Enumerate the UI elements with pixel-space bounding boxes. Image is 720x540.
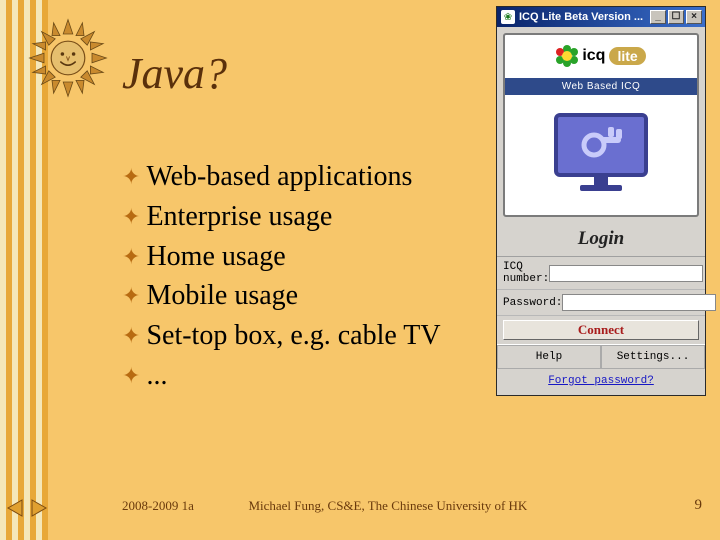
prev-arrow-icon[interactable]: [4, 498, 26, 518]
logo-panel: icq lite Web Based ICQ: [503, 33, 699, 217]
next-arrow-icon[interactable]: [28, 498, 50, 518]
window-titlebar: ❀ ICQ Lite Beta Version ... _ ☐ ×: [497, 7, 705, 27]
icq-logo: icq lite: [556, 45, 645, 67]
help-button[interactable]: Help: [497, 345, 601, 369]
icq-number-input[interactable]: [549, 265, 703, 282]
bullet-text: Web-based applications: [146, 158, 412, 196]
minimize-button[interactable]: _: [650, 10, 666, 24]
footer-left: 2008-2009 1a: [122, 498, 194, 514]
login-heading: Login: [497, 223, 705, 257]
bullet-item: ✦Web-based applications: [122, 158, 441, 196]
web-icq-band: Web Based ICQ: [505, 78, 697, 95]
bullet-item: ✦Mobile usage: [122, 277, 441, 315]
app-icon: ❀: [501, 10, 515, 24]
bullet-list: ✦Web-based applications ✦Enterprise usag…: [122, 158, 441, 397]
flower-icon: [556, 45, 578, 67]
logo-pill: lite: [609, 47, 645, 65]
bullet-text: Set-top box, e.g. cable TV: [146, 317, 440, 355]
bullet-item: ✦...: [122, 357, 441, 395]
bullet-icon: ✦: [122, 321, 140, 351]
bullet-icon: ✦: [122, 162, 140, 192]
nav-arrows: [4, 498, 50, 518]
bullet-item: ✦Home usage: [122, 238, 441, 276]
password-row: Password:: [497, 290, 705, 316]
bullet-text: Home usage: [146, 238, 285, 276]
slide-title: Java?: [122, 48, 227, 99]
connect-button[interactable]: Connect: [503, 320, 699, 340]
sun-icon: [28, 18, 108, 98]
bullet-icon: ✦: [122, 202, 140, 232]
bottom-button-row: Help Settings...: [497, 344, 705, 369]
page-number: 9: [695, 497, 703, 514]
footer-center: Michael Fung, CS&E, The Chinese Universi…: [248, 498, 527, 514]
bullet-icon: ✦: [122, 242, 140, 272]
settings-button[interactable]: Settings...: [601, 345, 705, 369]
password-label: Password:: [503, 297, 562, 309]
password-input[interactable]: [562, 294, 716, 311]
bullet-text: Enterprise usage: [146, 198, 332, 236]
bullet-text: ...: [146, 357, 167, 395]
maximize-button[interactable]: ☐: [668, 10, 684, 24]
monitor-illustration: [511, 95, 691, 215]
close-button[interactable]: ×: [686, 10, 702, 24]
forgot-password-link[interactable]: Forgot password?: [497, 369, 705, 395]
icq-number-label: ICQ number:: [503, 261, 549, 285]
bullet-icon: ✦: [122, 361, 140, 391]
bullet-item: ✦Set-top box, e.g. cable TV: [122, 317, 441, 355]
icq-number-row: ICQ number:: [497, 257, 705, 290]
bullet-icon: ✦: [122, 281, 140, 311]
bullet-item: ✦Enterprise usage: [122, 198, 441, 236]
logo-text: icq: [582, 47, 605, 65]
icq-window: ❀ ICQ Lite Beta Version ... _ ☐ × icq li…: [496, 6, 706, 396]
window-title: ICQ Lite Beta Version ...: [519, 11, 648, 23]
bullet-text: Mobile usage: [146, 277, 298, 315]
